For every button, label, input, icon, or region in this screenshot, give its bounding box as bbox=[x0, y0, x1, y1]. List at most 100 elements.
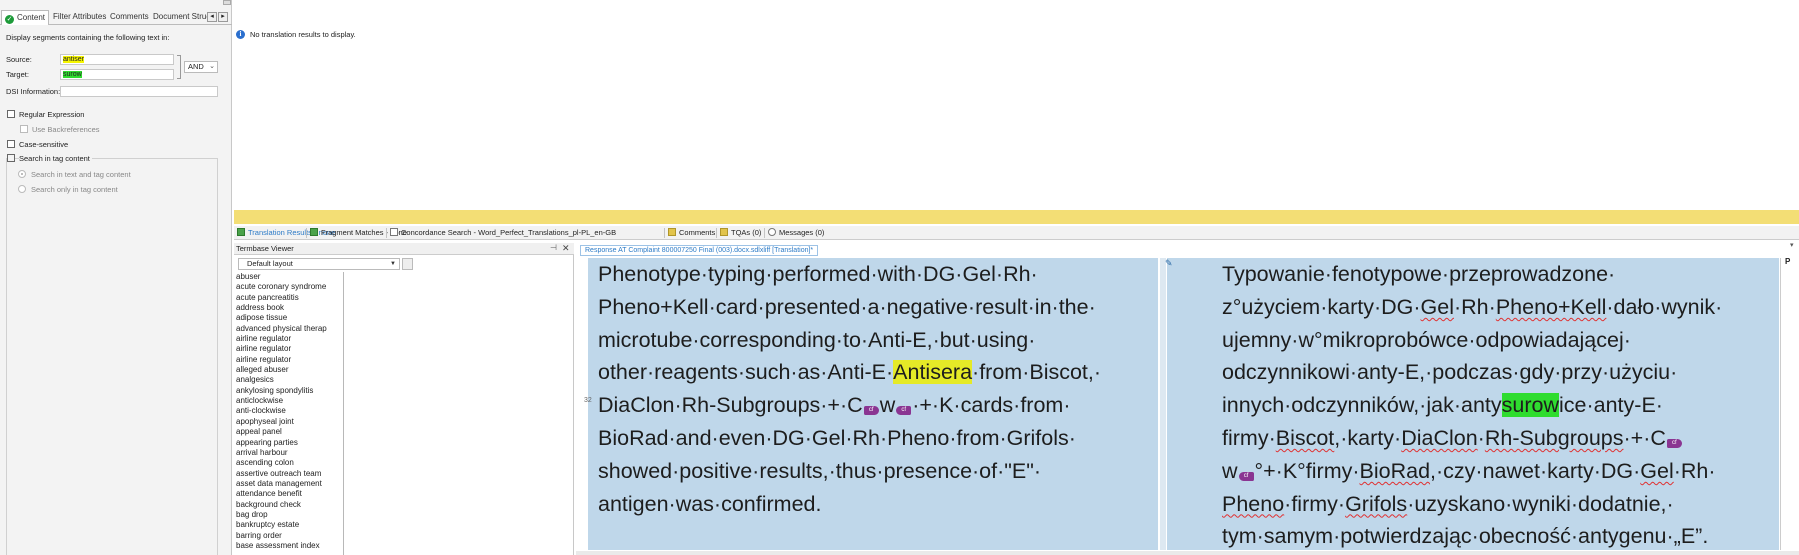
target-segment-text[interactable]: Typowanie·fenotypowe·przeprowadzone· z°u… bbox=[1222, 258, 1722, 553]
termbase-header: Termbase Viewer ⊣ ✕ bbox=[234, 243, 574, 255]
source-line: antigen·was·confirmed. bbox=[598, 491, 822, 516]
term-list-item[interactable]: abuser bbox=[234, 272, 343, 282]
filter-description: Display segments containing the followin… bbox=[6, 33, 170, 42]
format-tag-icon[interactable]: cf bbox=[863, 406, 879, 416]
spellcheck-word: BioRad bbox=[1359, 458, 1431, 483]
source-line: BioRad·and·even·DG·Gel·Rh·Pheno·from·Gri… bbox=[598, 425, 1076, 450]
status-banner bbox=[234, 210, 1799, 224]
term-list-item[interactable]: acute coronary syndrome bbox=[234, 282, 343, 292]
term-list-item[interactable]: asset data management bbox=[234, 479, 343, 489]
term-list-item[interactable]: airline regulator bbox=[234, 334, 343, 344]
operator-select[interactable]: AND ⌄ bbox=[184, 61, 218, 73]
target-filter-input[interactable]: surow bbox=[60, 69, 174, 80]
source-line: microtube·corresponding·to·Anti-E,·but·u… bbox=[598, 327, 1036, 352]
term-list-item[interactable]: anti-clockwise bbox=[234, 406, 343, 416]
messages-icon bbox=[768, 228, 776, 236]
segment-number: 32 bbox=[584, 397, 592, 404]
backreferences-checkbox[interactable] bbox=[20, 125, 28, 133]
tab-scroll-right-icon[interactable]: ▸ bbox=[218, 12, 228, 22]
tab-comments-window-label: Comments bbox=[679, 228, 716, 237]
term-list-item[interactable]: advanced physical therap bbox=[234, 324, 343, 334]
term-list-item[interactable]: barring order bbox=[234, 531, 343, 541]
target-line: w cf °+·K°firmy·BioRad,·czy·nawet·karty·DG… bbox=[1222, 455, 1722, 488]
tab-concordance-label: Concordance Search - Word_Perfect_Transl… bbox=[401, 228, 617, 237]
tqa-icon bbox=[720, 228, 728, 236]
tab-content[interactable]: ✓ Content bbox=[1, 10, 50, 25]
term-list[interactable]: abuser acute coronary syndrome acute pancr… bbox=[234, 272, 344, 555]
radio-only-tag[interactable] bbox=[18, 185, 26, 193]
source-filter-input[interactable]: antiser bbox=[60, 54, 174, 65]
termbase-viewer: Termbase Viewer ⊣ ✕ Default layout ▼ abus… bbox=[234, 243, 574, 555]
target-text-run: innych·odczynników,·jak·anty bbox=[1222, 393, 1502, 418]
format-tag-icon[interactable]: cf bbox=[896, 406, 912, 416]
term-list-item[interactable]: attendance benefit bbox=[234, 489, 343, 499]
format-tag-icon[interactable]: cf bbox=[1666, 438, 1682, 448]
format-tag-icon[interactable]: cf bbox=[1238, 471, 1254, 481]
term-list-item[interactable]: adipose tissue bbox=[234, 313, 343, 323]
term-list-item[interactable]: address book bbox=[234, 303, 343, 313]
target-text-run: w bbox=[1222, 458, 1238, 483]
term-list-item[interactable]: bankruptcy estate bbox=[234, 520, 343, 530]
tab-tqas[interactable]: TQAs (0) bbox=[720, 228, 761, 237]
term-list-item[interactable]: arrival harbour bbox=[234, 448, 343, 458]
source-line: other·reagents·such·as·Anti-E·Antisera·f… bbox=[598, 356, 1101, 389]
target-line: firmy·Biscot,·karty·DiaClon·Rh-Subgroups… bbox=[1222, 422, 1722, 455]
term-list-item[interactable]: ankylosing spondylitis bbox=[234, 386, 343, 396]
term-list-item[interactable]: alleged abuser bbox=[234, 365, 343, 375]
regex-checkbox[interactable] bbox=[7, 110, 15, 118]
term-list-item[interactable]: acute pancreatitis bbox=[234, 293, 343, 303]
operator-bracket bbox=[177, 55, 181, 79]
chevron-down-icon: ⌄ bbox=[209, 63, 215, 70]
term-list-item[interactable]: appearing parties bbox=[234, 438, 343, 448]
term-list-item[interactable]: airline regulator bbox=[234, 355, 343, 365]
target-text-run: °+·K°firmy· bbox=[1254, 458, 1360, 483]
layout-settings-button[interactable] bbox=[402, 258, 413, 270]
pin-icon[interactable]: ⊣ bbox=[550, 243, 557, 252]
term-list-item[interactable]: analgesics bbox=[234, 375, 343, 385]
tab-messages[interactable]: Messages (0) bbox=[768, 228, 824, 237]
dsi-input[interactable] bbox=[60, 86, 218, 97]
target-line: odczynnikowi·anty-E,·podczas·gdy·przy·uż… bbox=[1222, 360, 1678, 385]
tab-concordance-search[interactable]: Concordance Search - Word_Perfect_Transl… bbox=[390, 228, 616, 237]
spellcheck-word: Grifols bbox=[1345, 491, 1408, 516]
no-results-message: No translation results to display. bbox=[250, 30, 356, 39]
term-list-item[interactable]: anticlockwise bbox=[234, 396, 343, 406]
target-label: Target: bbox=[6, 70, 29, 79]
pencil-icon: ✎ bbox=[1165, 258, 1173, 268]
term-list-item[interactable]: apophyseal joint bbox=[234, 417, 343, 427]
case-sensitive-checkbox[interactable] bbox=[7, 140, 15, 148]
tab-filter-attributes[interactable]: Filter Attributes bbox=[50, 10, 109, 25]
search-tag-content-checkbox[interactable] bbox=[7, 154, 15, 162]
term-list-item[interactable]: background check bbox=[234, 500, 343, 510]
check-icon: ✓ bbox=[5, 15, 14, 24]
term-list-item[interactable]: assertive outreach team bbox=[234, 469, 343, 479]
chevron-down-icon: ▼ bbox=[390, 261, 396, 267]
backreferences-label: Use Backreferences bbox=[32, 125, 100, 134]
target-text-run: ·dało·wynik· bbox=[1606, 294, 1723, 319]
tab-comments[interactable]: Comments bbox=[107, 10, 152, 25]
tab-comments-window[interactable]: Comments bbox=[668, 228, 715, 237]
panel-scroll-handle[interactable] bbox=[223, 0, 231, 5]
source-search-hit: Antisera bbox=[893, 360, 973, 385]
layout-value: Default layout bbox=[247, 259, 293, 268]
radio-text-and-tag[interactable] bbox=[18, 170, 26, 178]
tab-scroll-left-icon[interactable]: ◂ bbox=[207, 12, 217, 22]
source-text-run: w bbox=[879, 393, 896, 418]
target-text-run: ice·anty-E· bbox=[1559, 393, 1663, 418]
term-list-item[interactable]: ascending colon bbox=[234, 458, 343, 468]
term-list-item[interactable]: airline regulator bbox=[234, 344, 343, 354]
tab-document-structure[interactable]: Document Struct bbox=[150, 10, 216, 25]
source-filter-value: antiser bbox=[63, 56, 85, 63]
close-icon[interactable]: ✕ bbox=[562, 243, 570, 254]
scroll-down-icon[interactable]: ▾ bbox=[1790, 241, 1794, 249]
target-text-run: ·Rh· bbox=[1454, 294, 1496, 319]
concordance-icon bbox=[390, 228, 398, 236]
term-list-item[interactable]: bag drop bbox=[234, 510, 343, 520]
target-text-run: ·uzyskano·wyniki·dodatnie,· bbox=[1407, 491, 1674, 516]
tab-separator bbox=[716, 228, 717, 238]
term-list-item[interactable]: base assessment index bbox=[234, 541, 343, 551]
document-tab[interactable]: Response AT Complaint 800007250 Final (0… bbox=[580, 245, 819, 256]
layout-select[interactable]: Default layout ▼ bbox=[238, 258, 400, 270]
search-tag-content-label: Search in tag content bbox=[19, 154, 92, 163]
term-list-item[interactable]: appeal panel bbox=[234, 427, 343, 437]
